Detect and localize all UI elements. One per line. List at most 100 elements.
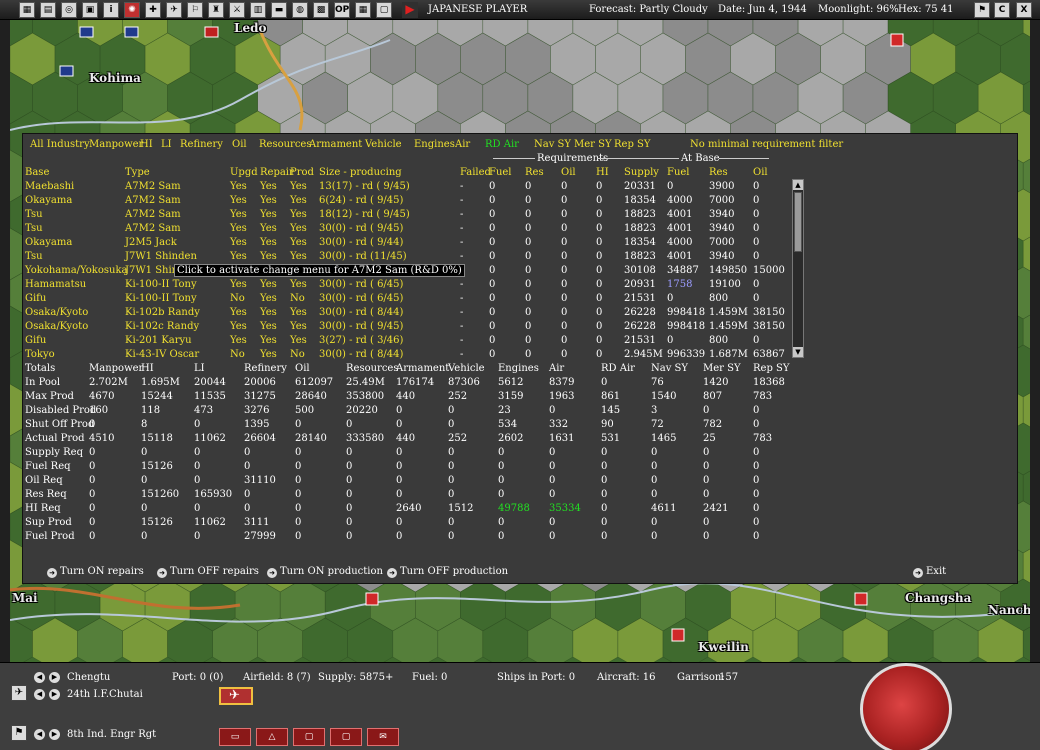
tab-all-industry[interactable]: All Industry [30, 139, 90, 150]
plane-icon[interactable]: ✈ [166, 2, 182, 18]
unit-counter-3[interactable]: ▢ [293, 728, 325, 746]
prev-unit-icon[interactable]: ◀ [34, 689, 45, 700]
base-name-cell[interactable]: Maebashi [25, 181, 74, 192]
column-header[interactable]: Oil [561, 167, 576, 178]
totals-row-label: Max Prod [25, 391, 74, 402]
turn-on-production-button[interactable]: ➜ Turn ON production [267, 566, 383, 578]
air-unit-icon[interactable]: ✈ [11, 685, 27, 701]
base-name[interactable]: Chengtu [67, 672, 110, 683]
tab-hi[interactable]: HI [140, 139, 153, 150]
tab-manpower[interactable]: Manpower [89, 139, 143, 150]
base-name-cell[interactable]: Gifu [25, 293, 46, 304]
table-cell: Ki-43-IV Oscar [125, 349, 200, 360]
tab-armament[interactable]: Armament [309, 139, 362, 150]
totals-cell: 0 [651, 461, 658, 472]
truck-icon[interactable]: ▬ [271, 2, 287, 18]
tab-engines[interactable]: Engines [414, 139, 455, 150]
unit-counter-1[interactable]: ▭ [219, 728, 251, 746]
unit-counter-2[interactable]: △ [256, 728, 288, 746]
sun-flag-icon[interactable]: ✺ [124, 2, 140, 18]
report-icon[interactable]: ▣ [82, 2, 98, 18]
column-header[interactable]: Type [125, 167, 150, 178]
box-icon[interactable]: ▢ [376, 2, 392, 18]
base-name-cell[interactable]: Okayama [25, 237, 72, 248]
totals-cell: 0 [346, 461, 353, 472]
column-header[interactable]: Res [525, 167, 544, 178]
unit-counter-5[interactable]: ✉ [367, 728, 399, 746]
column-header[interactable]: Base [25, 167, 49, 178]
scroll-thumb[interactable] [794, 192, 802, 252]
chart-icon[interactable]: ▥ [250, 2, 266, 18]
turn-on-repairs-button[interactable]: ➜ Turn ON repairs [47, 566, 144, 578]
base-name-cell[interactable]: Hamamatsu [25, 279, 86, 290]
column-header[interactable]: Repair [260, 167, 294, 178]
base-name-cell[interactable]: Yokohama/Yokosuka [25, 265, 127, 276]
column-header[interactable]: Upgd [230, 167, 258, 178]
close-button[interactable]: X [1016, 2, 1032, 18]
tab-rep-sy[interactable]: Rep SY [614, 139, 650, 150]
column-header[interactable]: Failed [460, 167, 491, 178]
unit-counter-4[interactable]: ▢ [330, 728, 362, 746]
tab-nav-sy[interactable]: Nav SY [534, 139, 571, 150]
fighter-unit-counter[interactable]: ✈ [219, 687, 253, 705]
base-name-cell[interactable]: Tsu [25, 209, 43, 220]
next-base-icon[interactable]: ▶ [49, 672, 60, 683]
prev-base-icon[interactable]: ◀ [34, 672, 45, 683]
turn-off-production-button[interactable]: ➜ Turn OFF production [387, 566, 508, 578]
op-icon[interactable]: OP [334, 2, 350, 18]
tab-refinery[interactable]: Refinery [180, 139, 223, 150]
column-header[interactable]: HI [596, 167, 609, 178]
person-icon[interactable]: ♜ [208, 2, 224, 18]
flag-icon[interactable]: ⚐ [187, 2, 203, 18]
table-cell: 0 [561, 265, 568, 276]
info-icon[interactable]: i [103, 2, 119, 18]
tab-mer-sy[interactable]: Mer SY [574, 139, 612, 150]
tab-vehicle[interactable]: Vehicle [365, 139, 402, 150]
tab-resources[interactable]: Resources [259, 139, 311, 150]
column-header[interactable]: Fuel [667, 167, 690, 178]
table-scrollbar[interactable]: ▲ ▼ [792, 179, 804, 358]
flag-button[interactable]: ⚑ [974, 2, 990, 18]
turn-off-repairs-button[interactable]: ➜ Turn OFF repairs [157, 566, 259, 578]
scroll-up-icon[interactable]: ▲ [793, 180, 803, 190]
next-ground-unit-icon[interactable]: ▶ [49, 729, 60, 740]
base-name-cell[interactable]: Tokyo [25, 349, 55, 360]
map-icon[interactable]: ▦ [19, 2, 35, 18]
totals-cell: 252 [448, 391, 468, 402]
globe-icon[interactable]: ◍ [292, 2, 308, 18]
tab-oil[interactable]: Oil [232, 139, 247, 150]
column-header[interactable]: Size - producing [319, 167, 402, 178]
exit-button[interactable]: ➜ Exit [913, 566, 946, 578]
sword-icon[interactable]: ⚔ [229, 2, 245, 18]
column-header[interactable]: Prod [290, 167, 314, 178]
ground-unit-name[interactable]: 8th Ind. Engr Rgt [67, 729, 156, 740]
base-name-cell[interactable]: Gifu [25, 335, 46, 346]
column-header[interactable]: Oil [753, 167, 768, 178]
tab-rd-air[interactable]: RD Air [485, 139, 519, 150]
prev-ground-unit-icon[interactable]: ◀ [34, 729, 45, 740]
tab-air[interactable]: Air [455, 139, 470, 150]
plus-icon[interactable]: ✚ [145, 2, 161, 18]
ground-unit-icon[interactable]: ⚑ [11, 725, 27, 741]
base-name-cell[interactable]: Okayama [25, 195, 72, 206]
next-unit-icon[interactable]: ▶ [49, 689, 60, 700]
base-name-cell[interactable]: Osaka/Kyoto [25, 321, 88, 332]
base-name-cell[interactable]: Osaka/Kyoto [25, 307, 88, 318]
column-header[interactable]: Supply [624, 167, 659, 178]
scroll-down-icon[interactable]: ▼ [793, 347, 803, 357]
group-icon[interactable]: ◎ [61, 2, 77, 18]
base-name-cell[interactable]: Tsu [25, 223, 43, 234]
column-header[interactable]: Res [709, 167, 728, 178]
air-unit-name[interactable]: 24th I.F.Chutai [67, 689, 143, 700]
column-header[interactable]: Fuel [489, 167, 512, 178]
c-button[interactable]: C [994, 2, 1010, 18]
table-cell: Yes [260, 237, 277, 248]
play-icon[interactable]: ▶ [402, 2, 418, 18]
table-cell: - [460, 223, 464, 234]
photo-icon[interactable]: ▩ [313, 2, 329, 18]
tab-no-minimal-requirement-filter[interactable]: No minimal requirement filter [690, 139, 843, 150]
grid-icon[interactable]: ▦ [355, 2, 371, 18]
tab-li[interactable]: LI [161, 139, 172, 150]
base-name-cell[interactable]: Tsu [25, 251, 43, 262]
list-icon[interactable]: ▤ [40, 2, 56, 18]
